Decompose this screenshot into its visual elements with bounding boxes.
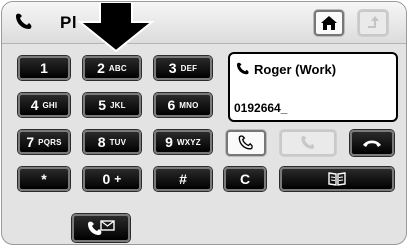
book-icon (328, 172, 346, 186)
phone-handset-icon (237, 62, 249, 75)
key-4[interactable]: 4 GHI (18, 93, 70, 117)
key-0[interactable]: 0 + (83, 167, 141, 191)
key-3[interactable]: 3 DEF (154, 56, 212, 80)
key-6[interactable]: 6 MNO (154, 93, 212, 117)
phonebook-button[interactable] (280, 167, 394, 191)
hang-up-icon (363, 140, 381, 147)
key-7[interactable]: 7 PQRS (18, 130, 70, 154)
home-icon (321, 16, 337, 30)
pointer-arrow-icon (77, 2, 155, 52)
key-9[interactable]: 9 WXYZ (154, 130, 212, 154)
home-button[interactable] (314, 10, 344, 36)
dialed-number: 0192664_ (234, 101, 288, 115)
phone-screen: Pl 1 2 ABC 3 DEF 4 GHI 5 JKL 6 MNO 7 PQRS (1, 1, 407, 245)
clear-button[interactable]: C (224, 167, 266, 191)
phone-message-icon (88, 220, 115, 235)
dial-display: Roger (Work) 0192664_ (228, 52, 398, 122)
handset-button[interactable] (226, 130, 266, 156)
page-title: Pl (60, 13, 78, 32)
send-message-button[interactable] (72, 214, 130, 242)
key-1[interactable]: 1 (18, 56, 70, 80)
top-bar: Pl (2, 2, 406, 44)
key-hash[interactable]: # (154, 167, 212, 191)
key-8[interactable]: 8 TUV (83, 130, 141, 154)
call-icon (301, 136, 315, 149)
back-arrow-icon (368, 16, 379, 28)
end-call-button[interactable] (350, 130, 394, 156)
key-5[interactable]: 5 JKL (83, 93, 141, 117)
key-star[interactable]: * (18, 167, 70, 191)
handset-outline-icon (238, 135, 253, 150)
key-2[interactable]: 2 ABC (83, 56, 141, 80)
phone-handset-icon (16, 13, 32, 29)
contact-name: Roger (Work) (254, 62, 337, 77)
call-button[interactable] (280, 130, 336, 156)
back-button[interactable] (358, 10, 388, 36)
